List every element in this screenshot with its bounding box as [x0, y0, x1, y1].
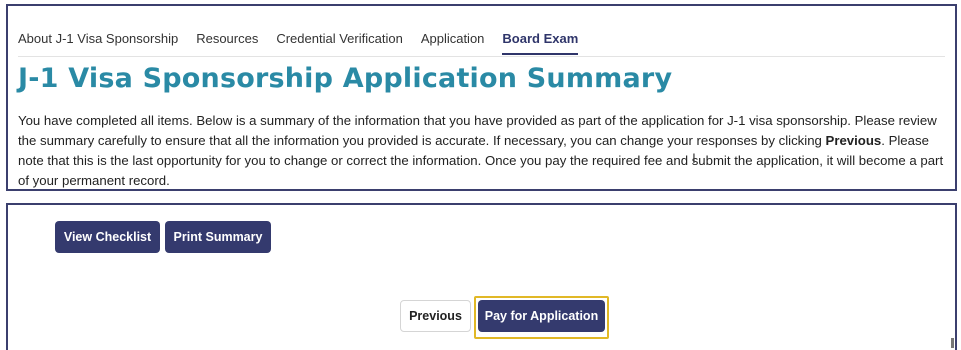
pay-for-application-button[interactable]: Pay for Application [478, 300, 605, 332]
intro-previous-emphasis: Previous [825, 133, 882, 148]
view-checklist-button[interactable]: View Checklist [55, 221, 160, 253]
intro-text-1: You have completed all items. Below is a… [18, 113, 937, 148]
tab-bar: About J-1 Visa Sponsorship Resources Cre… [18, 30, 945, 57]
print-summary-button[interactable]: Print Summary [165, 221, 271, 253]
previous-button[interactable]: Previous [400, 300, 471, 332]
tab-about-j1[interactable]: About J-1 Visa Sponsorship [18, 30, 178, 56]
tab-resources[interactable]: Resources [196, 30, 258, 56]
intro-paragraph: You have completed all items. Below is a… [18, 111, 946, 191]
text-cursor-icon: I [692, 150, 696, 166]
page-title: J-1 Visa Sponsorship Application Summary [18, 63, 673, 94]
summary-actions-panel: View Checklist Print Summary Previous Pa… [6, 203, 957, 350]
tab-credential-verification[interactable]: Credential Verification [276, 30, 402, 56]
tab-application[interactable]: Application [421, 30, 485, 56]
scrollbar-indicator[interactable] [951, 338, 954, 348]
summary-header-panel: About J-1 Visa Sponsorship Resources Cre… [6, 4, 957, 191]
tab-board-exam[interactable]: Board Exam [502, 30, 579, 55]
